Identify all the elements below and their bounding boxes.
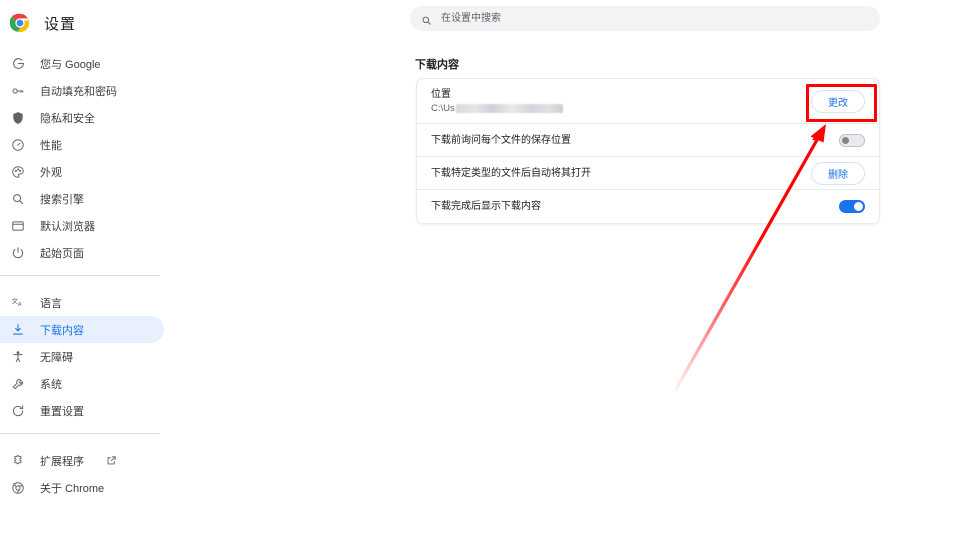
sidebar-item-extensions[interactable]: 扩展程序 [0, 447, 164, 474]
sidebar-item-about-chrome[interactable]: 关于 Chrome [0, 474, 164, 501]
sidebar-item-label: 起始页面 [40, 247, 84, 260]
main-content: 下载内容 位置 C:\Us 更改 下载前询问每个文件的保存位置 [170, 0, 960, 546]
sidebar-divider-1 [0, 275, 160, 276]
sidebar-item-label: 下载内容 [40, 324, 84, 337]
sidebar-item-label: 扩展程序 [40, 455, 84, 468]
sidebar-divider-2 [0, 433, 160, 434]
puzzle-icon [10, 453, 26, 469]
wrench-icon [10, 376, 26, 392]
sidebar-item-label: 无障碍 [40, 351, 73, 364]
sidebar-item-privacy-security[interactable]: 隐私和安全 [0, 104, 164, 131]
section-title-downloads: 下载内容 [415, 59, 459, 71]
sidebar-item-label: 默认浏览器 [40, 220, 95, 233]
auto-open-label: 下载特定类型的文件后自动将其打开 [431, 167, 591, 179]
sidebar-item-label: 重置设置 [40, 405, 84, 418]
search-box[interactable] [410, 6, 880, 31]
sidebar-group-primary: 您与 Google 自动填充和密码 隐私和安全 性能 外观 搜索引擎 默认浏览器… [0, 46, 170, 266]
download-icon [10, 322, 26, 338]
sidebar-group-advanced: 文 A 语言 下载内容 无障碍 系统 重置设置 [0, 285, 170, 424]
sidebar-item-label: 系统 [40, 378, 62, 391]
sidebar-item-label: 性能 [40, 139, 62, 152]
sidebar-item-label: 外观 [40, 166, 62, 179]
search-bar[interactable] [410, 6, 880, 31]
ask-where-to-save-toggle[interactable] [839, 133, 865, 147]
show-downloads-texts: 下载完成后显示下载内容 [431, 199, 839, 214]
location-path-prefix: C:\Us [431, 102, 455, 114]
browser-window-icon [10, 218, 26, 234]
power-icon [10, 245, 26, 261]
row-show-downloads-when-done: 下载完成后显示下载内容 [417, 190, 879, 223]
svg-text:A: A [18, 301, 22, 307]
palette-icon [10, 164, 26, 180]
sidebar-item-languages[interactable]: 文 A 语言 [0, 289, 164, 316]
sidebar-item-appearance[interactable]: 外观 [0, 158, 164, 185]
page-title: 设置 [44, 15, 77, 33]
sidebar-item-on-startup[interactable]: 起始页面 [0, 239, 164, 266]
sidebar-item-label: 您与 Google [40, 58, 101, 71]
row-auto-open-file-types: 下载特定类型的文件后自动将其打开 删除 [417, 157, 879, 190]
sidebar-item-you-and-google[interactable]: 您与 Google [0, 50, 164, 77]
toggle-knob [854, 202, 863, 211]
accessibility-icon [10, 349, 26, 365]
ask-where-to-save-texts: 下载前询问每个文件的保存位置 [431, 133, 839, 148]
location-path: C:\Us [431, 102, 811, 116]
sidebar-item-label: 搜索引擎 [40, 193, 84, 206]
sidebar-item-default-browser[interactable]: 默认浏览器 [0, 212, 164, 239]
chrome-logo-icon [10, 480, 26, 496]
toggle-knob [842, 136, 849, 144]
sidebar: 设置 您与 Google 自动填充和密码 隐私和安全 性能 外观 搜索引擎 默认… [0, 0, 170, 546]
row-ask-where-to-save: 下载前询问每个文件的保存位置 [417, 124, 879, 157]
google-g-icon [10, 56, 26, 72]
search-input[interactable] [441, 6, 880, 31]
sidebar-item-accessibility[interactable]: 无障碍 [0, 343, 164, 370]
chrome-settings-window: 设置 您与 Google 自动填充和密码 隐私和安全 性能 外观 搜索引擎 默认… [0, 0, 960, 546]
sidebar-item-performance[interactable]: 性能 [0, 131, 164, 158]
restore-icon [10, 403, 26, 419]
clear-auto-open-button[interactable]: 删除 [811, 161, 865, 185]
auto-open-texts: 下载特定类型的文件后自动将其打开 [431, 166, 811, 181]
sidebar-item-label: 自动填充和密码 [40, 85, 117, 98]
sidebar-item-system[interactable]: 系统 [0, 370, 164, 397]
key-icon [10, 83, 26, 99]
sidebar-item-label: 隐私和安全 [40, 112, 95, 125]
search-icon [10, 191, 26, 207]
location-label: 位置 [431, 88, 451, 100]
change-button-highlight [806, 84, 877, 122]
sidebar-item-downloads[interactable]: 下载内容 [0, 316, 164, 343]
location-path-redacted [455, 104, 563, 113]
sidebar-item-reset-settings[interactable]: 重置设置 [0, 397, 164, 424]
show-downloads-label: 下载完成后显示下载内容 [431, 201, 541, 212]
location-texts: 位置 C:\Us [431, 87, 811, 116]
shield-icon [10, 110, 26, 126]
ask-where-to-save-label: 下载前询问每个文件的保存位置 [431, 134, 571, 146]
speedometer-icon [10, 137, 26, 153]
sidebar-item-search-engine[interactable]: 搜索引擎 [0, 185, 164, 212]
sidebar-group-footer: 扩展程序 关于 Chrome [0, 443, 170, 501]
show-downloads-toggle[interactable] [839, 200, 865, 213]
sidebar-item-label: 关于 Chrome [40, 482, 105, 495]
translate-icon: 文 A [10, 295, 26, 311]
settings-header: 设置 [0, 0, 170, 46]
open-in-new-icon [106, 455, 117, 466]
chrome-logo-icon [9, 13, 30, 33]
search-icon [421, 13, 432, 25]
sidebar-item-label: 语言 [40, 297, 62, 310]
sidebar-item-autofill-passwords[interactable]: 自动填充和密码 [0, 77, 164, 104]
